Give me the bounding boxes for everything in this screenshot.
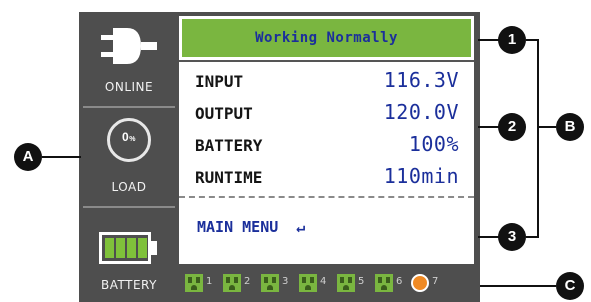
reading-label: INPUT: [195, 72, 244, 91]
battery-icon: [99, 232, 151, 264]
outlet-number: 7: [432, 276, 439, 287]
reading-value: 120.0V: [383, 100, 459, 124]
main-menu-label: MAIN MENU: [197, 218, 279, 236]
menu-divider: [179, 196, 474, 198]
callout-3: 3: [498, 223, 526, 251]
outlet-socket-icon: [223, 274, 241, 292]
reading-label: OUTPUT: [195, 104, 253, 123]
online-label: ONLINE: [104, 80, 154, 94]
enter-return-icon: ↵: [296, 218, 306, 236]
reading-row-output: OUTPUT 120.0V: [195, 100, 459, 128]
callout-c: C: [556, 272, 584, 300]
reading-value: 110min: [383, 164, 459, 188]
status-divider: [179, 60, 474, 62]
outlet-socket-icon: [185, 274, 203, 292]
load-value: 0%: [122, 130, 136, 144]
outlet-number: 4: [320, 276, 327, 287]
device-frame: ONLINE 0% LOAD BATTERY Working Normally …: [79, 12, 480, 302]
reading-label: RUNTIME: [195, 168, 263, 187]
load-ring-icon: 0%: [107, 118, 151, 162]
load-cell: 0% LOAD: [85, 110, 173, 202]
online-status-cell: ONLINE: [85, 12, 173, 104]
lcd-screen: Working Normally INPUT 116.3V OUTPUT 120…: [179, 16, 474, 264]
outlet-number: 6: [396, 276, 403, 287]
battery-bar: [127, 238, 136, 258]
reading-row-battery: BATTERY 100%: [195, 132, 459, 160]
outlet-number: 5: [358, 276, 365, 287]
outlet-status-bar: 1 2 3 4 5 6 7: [179, 270, 474, 296]
outlet-socket-icon: [337, 274, 355, 292]
callout-b: B: [556, 113, 584, 141]
plug-icon: [101, 28, 157, 64]
load-label: LOAD: [111, 180, 147, 194]
battery-bar: [105, 238, 114, 258]
reading-value: 100%: [408, 132, 459, 156]
side-panel: ONLINE 0% LOAD BATTERY: [79, 12, 177, 302]
outlet-socket-icon: [375, 274, 393, 292]
side-divider: [83, 206, 175, 208]
callout-a: A: [14, 143, 42, 171]
usb-outlet-icon: [411, 274, 429, 292]
outlet-number: 1: [206, 276, 213, 287]
side-divider: [83, 106, 175, 108]
battery-bar: [138, 238, 147, 258]
reading-value: 116.3V: [383, 68, 459, 92]
battery-bar: [116, 238, 125, 258]
battery-terminal: [151, 241, 157, 255]
callout-1: 1: [498, 26, 526, 54]
main-menu-item[interactable]: MAIN MENU ↵: [197, 218, 305, 236]
outlet-number: 3: [282, 276, 289, 287]
status-banner: Working Normally: [182, 19, 471, 57]
reading-row-input: INPUT 116.3V: [195, 68, 459, 96]
callout-2: 2: [498, 113, 526, 141]
outlet-socket-icon: [299, 274, 317, 292]
battery-label: BATTERY: [101, 278, 157, 292]
outlet-number: 2: [244, 276, 251, 287]
ups-lcd-diagram: ONLINE 0% LOAD BATTERY Working Normally …: [0, 0, 591, 302]
reading-row-runtime: RUNTIME 110min: [195, 164, 459, 192]
outlet-socket-icon: [261, 274, 279, 292]
battery-cell: BATTERY: [85, 210, 173, 302]
reading-label: BATTERY: [195, 136, 263, 155]
